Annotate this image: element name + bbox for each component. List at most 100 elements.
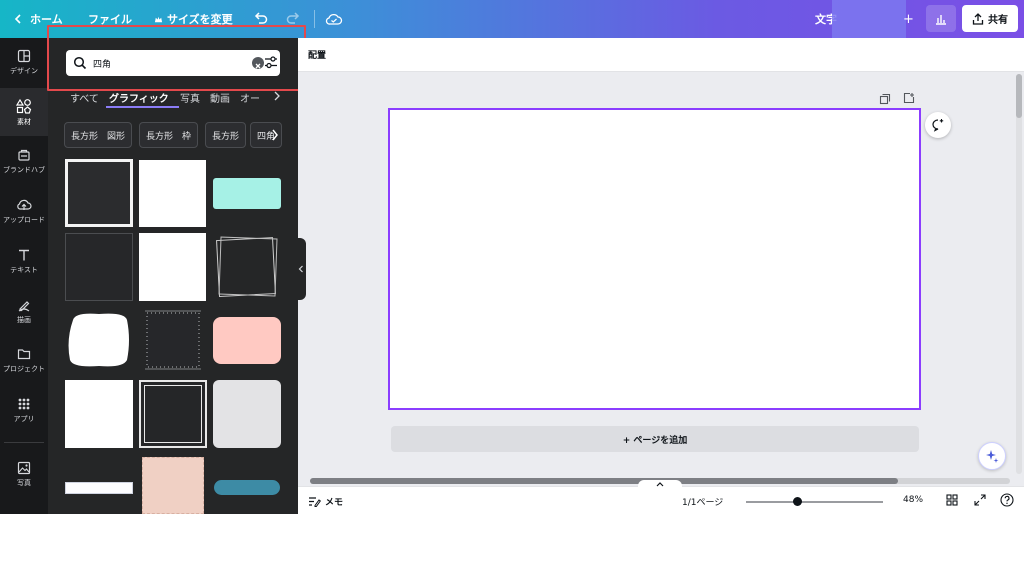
tab-videos[interactable]: 動画 [210, 90, 230, 105]
folder-icon [17, 348, 31, 359]
graphic-result[interactable] [139, 160, 206, 227]
chevron-left-icon [298, 265, 303, 273]
show-pages-toggle[interactable] [638, 480, 682, 492]
elements-icon [16, 98, 32, 114]
graphic-result[interactable] [213, 380, 281, 448]
graphic-result[interactable] [139, 380, 207, 448]
sparkle-icon [986, 450, 999, 463]
add-page-icon-button[interactable] [902, 91, 916, 105]
apps-icon [18, 398, 30, 409]
design-page[interactable] [388, 108, 921, 410]
vertical-scrollbar[interactable] [1016, 74, 1022, 474]
cloud-check-icon [325, 13, 343, 25]
rail-label: アップロード [3, 215, 45, 224]
chip-label: 長方形 図形 [71, 131, 126, 142]
duplicate-page-button[interactable] [878, 92, 892, 106]
suggestion-chip[interactable]: 長方形 枠 [139, 122, 199, 148]
rail-item-brand[interactable]: ブランドハブ [0, 137, 48, 185]
fullscreen-button[interactable] [974, 494, 986, 509]
help-icon [1000, 493, 1014, 507]
rail-label: デザイン [10, 66, 38, 75]
scroll-thumb[interactable] [1016, 74, 1022, 118]
page-counter[interactable]: 1/1ページ [682, 495, 723, 508]
duplicate-icon [879, 93, 891, 105]
graphic-result[interactable] [213, 178, 281, 209]
topbar-divider [314, 10, 315, 28]
rail-item-uploads[interactable]: アップロード [0, 187, 48, 235]
graphic-result[interactable] [65, 159, 133, 227]
graphic-result[interactable] [213, 233, 281, 301]
graphic-result[interactable] [214, 480, 280, 495]
arrange-button[interactable]: 配置 [308, 48, 326, 61]
context-toolbar: 配置 [298, 38, 1024, 72]
help-button[interactable] [1000, 493, 1014, 510]
left-rail: デザイン 素材 ブランドハブ アップロード テキスト 描画 プロジェクト アプリ… [0, 38, 48, 514]
graphic-result[interactable] [139, 233, 206, 301]
rail-label: 素材 [17, 117, 31, 126]
tab-photos[interactable]: 写真 [180, 90, 200, 105]
insights-button[interactable] [926, 5, 956, 32]
add-page-button[interactable]: + ページを追加 [391, 426, 919, 452]
share-label: 共有 [988, 15, 1008, 26]
zoom-slider[interactable] [746, 501, 883, 503]
rail-item-draw[interactable]: 描画 [0, 287, 48, 335]
zoom-slider-knob[interactable] [793, 497, 803, 506]
tab-graphics[interactable]: グラフィック [109, 90, 169, 105]
dotted-frame-graphic [145, 310, 201, 370]
elements-panel: 四角 すべて グラフィック 写真 動画 オー 長方形 図形 長方形 枠 長方形 … [48, 38, 298, 514]
chevron-right-icon[interactable] [270, 128, 280, 142]
graphic-result[interactable] [65, 233, 133, 301]
rail-label: ブランドハブ [3, 165, 45, 174]
rail-item-apps[interactable]: アプリ [0, 386, 48, 434]
collapse-panel-handle[interactable] [296, 238, 306, 300]
chevron-right-icon[interactable] [272, 90, 282, 102]
rail-label: プロジェクト [3, 364, 45, 373]
redaction-overlay [832, 0, 906, 38]
share-upload-icon [972, 12, 984, 25]
scroll-thumb[interactable] [310, 478, 898, 484]
rail-divider [4, 442, 44, 443]
grid-view-button[interactable] [946, 494, 958, 509]
rail-item-elements[interactable]: 素材 [0, 88, 48, 136]
cloud-save-status[interactable] [325, 0, 343, 38]
share-button[interactable]: 共有 [962, 5, 1018, 32]
expand-icon [974, 494, 986, 506]
bar-chart-icon [936, 14, 946, 25]
graphic-result[interactable] [213, 317, 281, 364]
tab-all[interactable]: すべて [70, 90, 99, 105]
add-collaborator-button[interactable]: + [903, 0, 914, 38]
chip-label: 長方形 枠 [146, 131, 192, 142]
rail-item-design[interactable]: デザイン [0, 38, 48, 86]
layout-icon [17, 49, 31, 62]
suggestion-chip[interactable]: 長方形 図形 [64, 122, 133, 148]
rail-item-photos[interactable]: 写真 [0, 450, 48, 498]
graphic-result[interactable] [142, 457, 204, 514]
highlight-annotation [47, 25, 306, 91]
rail-label: 描画 [17, 315, 31, 324]
comment-button[interactable] [925, 112, 951, 138]
graphic-result[interactable] [65, 380, 133, 448]
magic-assistant-button[interactable] [978, 442, 1006, 470]
suggestion-chip[interactable]: 長方形 [205, 122, 247, 148]
rail-item-projects[interactable]: プロジェクト [0, 336, 48, 384]
upload-icon [17, 199, 32, 210]
graphic-result[interactable] [65, 308, 133, 372]
zoom-level[interactable]: 48% [903, 495, 923, 505]
add-page-icon [903, 92, 915, 104]
active-tab-indicator [106, 106, 179, 108]
notes-icon [309, 497, 321, 507]
graphic-result[interactable] [65, 482, 133, 494]
rail-label: テキスト [10, 265, 38, 274]
grid-icon [946, 494, 958, 506]
chevron-left-icon [14, 14, 21, 24]
rail-item-text[interactable]: テキスト [0, 237, 48, 285]
add-page-label: + ページを追加 [622, 435, 688, 446]
canva-editor: ホーム ファイル サイズを変更 文字 + 共有 デザイン 素材 ブランドハブ ア… [0, 0, 1024, 514]
comment-add-icon [932, 119, 944, 132]
notes-button[interactable]: メモ [308, 495, 343, 508]
photo-icon [17, 461, 31, 474]
graphic-result[interactable] [139, 308, 207, 372]
rail-label: 写真 [17, 478, 31, 487]
tab-audio[interactable]: オー [240, 90, 260, 105]
text-icon [19, 249, 29, 260]
